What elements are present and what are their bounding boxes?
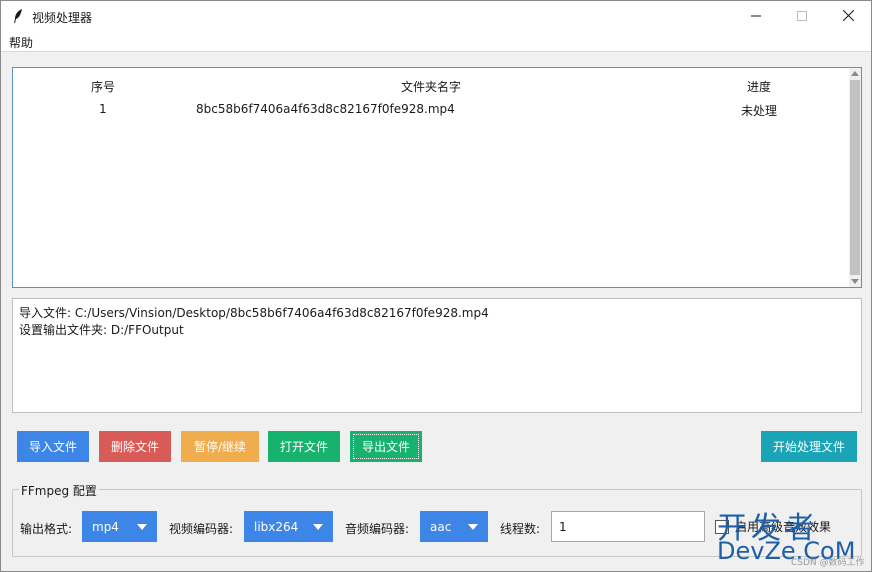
log-line: 导入文件: C:/Users/Vinsion/Desktop/8bc58b6f7… [19,306,489,320]
row-status: 未处理 [741,104,778,118]
maximize-button[interactable] [779,1,825,32]
threads-label: 线程数: [500,522,541,536]
menu-help[interactable]: 帮助 [9,34,33,51]
start-processing-button[interactable]: 开始处理文件 [761,431,857,462]
pause-resume-button[interactable]: 暂停/继续 [181,431,259,462]
chevron-down-icon [137,524,147,530]
video-codec-select[interactable]: libx264 [244,511,333,542]
menu-bar: 帮助 [1,32,871,52]
log-line: 设置输出文件夹: D:/FFOutput [19,323,184,337]
table-scrollbar[interactable] [849,68,861,287]
app-window: 视频处理器 帮助 序号 文件夹名字 进度 1 8bc58b6f7406a4f63… [0,0,872,572]
scrollbar-thumb[interactable] [850,80,860,275]
file-table[interactable]: 序号 文件夹名字 进度 1 8bc58b6f7406a4f63d8c82167f… [12,67,862,288]
audio-codec-value: aac [430,519,452,534]
window-title: 视频处理器 [32,11,93,25]
audio-codec-select[interactable]: aac [420,511,488,542]
watermark-credit: CSDN @数码工作 [791,558,865,568]
audio-codec-label: 音频编码器: [345,522,410,536]
row-file-name: 8bc58b6f7406a4f63d8c82167f0fe928.mp4 [196,102,455,116]
title-bar: 视频处理器 [1,1,871,32]
minimize-button[interactable] [733,1,779,32]
chevron-down-icon [313,524,323,530]
scroll-down-icon[interactable] [851,279,859,284]
column-header-progress[interactable]: 进度 [747,78,771,95]
output-format-value: mp4 [92,519,119,534]
scroll-up-icon[interactable] [851,71,859,76]
threads-input[interactable] [551,511,705,542]
maximize-icon [797,10,807,24]
output-format-label: 输出格式: [20,522,73,536]
export-file-button[interactable]: 导出文件 [350,431,422,462]
import-file-button[interactable]: 导入文件 [17,431,89,462]
feather-icon [11,8,25,24]
close-icon [842,9,854,24]
output-format-select[interactable]: mp4 [82,511,157,542]
video-codec-value: libx264 [254,519,299,534]
log-output[interactable]: 导入文件: C:/Users/Vinsion/Desktop/8bc58b6f7… [12,298,862,413]
column-header-name[interactable]: 文件夹名字 [401,78,461,95]
column-header-index[interactable]: 序号 [91,78,115,95]
delete-file-button[interactable]: 删除文件 [99,431,171,462]
close-button[interactable] [825,1,871,32]
video-codec-label: 视频编码器: [169,522,234,536]
open-file-button[interactable]: 打开文件 [268,431,340,462]
ffmpeg-config-title: FFmpeg 配置 [19,482,99,499]
row-index: 1 [99,102,107,116]
chevron-down-icon [468,524,478,530]
minimize-icon [751,10,761,24]
